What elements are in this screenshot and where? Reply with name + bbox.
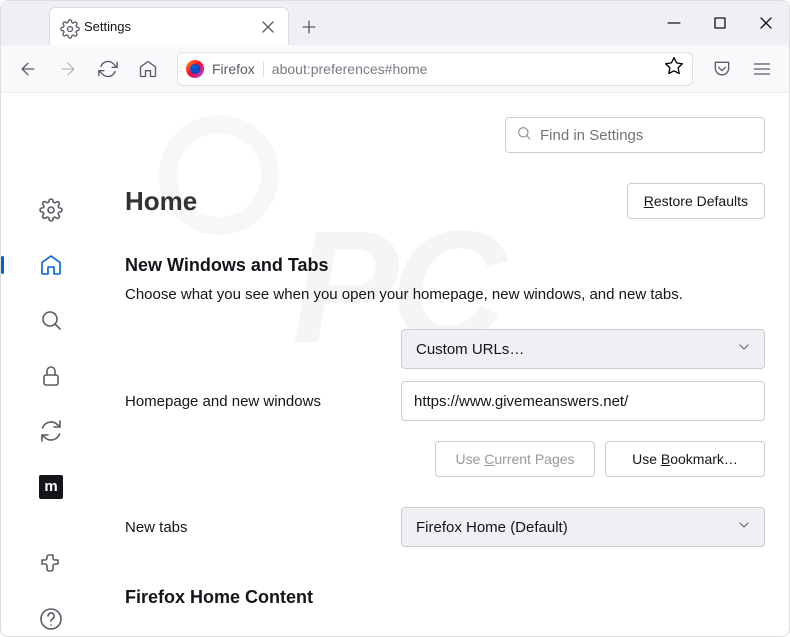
reload-button[interactable] bbox=[91, 52, 125, 86]
sidebar-extensions[interactable] bbox=[31, 547, 71, 580]
content-area: m Home RRestore Defaultsestore Defaults … bbox=[1, 93, 789, 636]
tab-title: Settings bbox=[84, 19, 250, 34]
homepage-mode-select[interactable]: Custom URLs… bbox=[401, 329, 765, 369]
url-text: about:preferences#home bbox=[272, 61, 656, 77]
restore-defaults-button[interactable]: RRestore Defaultsestore Defaults bbox=[627, 183, 765, 219]
main-panel: Home RRestore Defaultsestore Defaults Ne… bbox=[101, 93, 789, 636]
newtabs-select[interactable]: Firefox Home (Default) bbox=[401, 507, 765, 547]
chevron-down-icon bbox=[736, 517, 752, 537]
sidebar-privacy[interactable] bbox=[31, 359, 71, 392]
identity-block: Firefox bbox=[212, 61, 264, 77]
homepage-url-input[interactable] bbox=[401, 381, 765, 421]
minimize-button[interactable] bbox=[651, 1, 697, 45]
browser-tab[interactable]: Settings bbox=[49, 7, 289, 45]
title-bar: Settings bbox=[1, 1, 789, 45]
home-button[interactable] bbox=[131, 52, 165, 86]
toolbar: Firefox about:preferences#home bbox=[1, 45, 789, 93]
settings-search[interactable] bbox=[505, 117, 765, 153]
newtabs-label: New tabs bbox=[121, 519, 401, 536]
section-new-windows-desc: Choose what you see when you open your h… bbox=[125, 286, 765, 303]
pocket-button[interactable] bbox=[705, 52, 739, 86]
chevron-down-icon bbox=[736, 339, 752, 359]
menu-button[interactable] bbox=[745, 52, 779, 86]
maximize-button[interactable] bbox=[697, 1, 743, 45]
new-tab-button[interactable] bbox=[295, 13, 323, 41]
newtabs-value: Firefox Home (Default) bbox=[416, 519, 568, 536]
settings-search-input[interactable] bbox=[540, 127, 754, 144]
use-bookmark-button[interactable]: Use Bookmark…Use Bookmark… bbox=[605, 441, 765, 477]
star-icon[interactable] bbox=[664, 56, 684, 81]
gear-icon bbox=[60, 19, 76, 35]
section-new-windows-title: New Windows and Tabs bbox=[125, 255, 765, 276]
firefox-icon bbox=[186, 60, 204, 78]
use-current-pages-button[interactable]: Use Current PagesUse Current Pages bbox=[435, 441, 595, 477]
homepage-mode-value: Custom URLs… bbox=[416, 341, 524, 358]
forward-button[interactable] bbox=[51, 52, 85, 86]
back-button[interactable] bbox=[11, 52, 45, 86]
close-icon[interactable] bbox=[258, 17, 278, 37]
sidebar-search[interactable] bbox=[31, 304, 71, 337]
sidebar: m bbox=[1, 93, 101, 636]
search-icon bbox=[516, 125, 532, 146]
sidebar-sync[interactable] bbox=[31, 415, 71, 448]
homepage-label: Homepage and new windows bbox=[121, 393, 401, 410]
sidebar-help[interactable] bbox=[31, 603, 71, 636]
section-firefox-home-title: Firefox Home Content bbox=[125, 587, 765, 608]
url-bar[interactable]: Firefox about:preferences#home bbox=[177, 52, 693, 86]
window-controls bbox=[651, 1, 789, 45]
close-button[interactable] bbox=[743, 1, 789, 45]
page-heading: Home bbox=[125, 186, 197, 217]
sidebar-extension-m[interactable]: m bbox=[31, 470, 71, 503]
sidebar-home[interactable] bbox=[31, 248, 71, 281]
sidebar-general[interactable] bbox=[31, 193, 71, 226]
